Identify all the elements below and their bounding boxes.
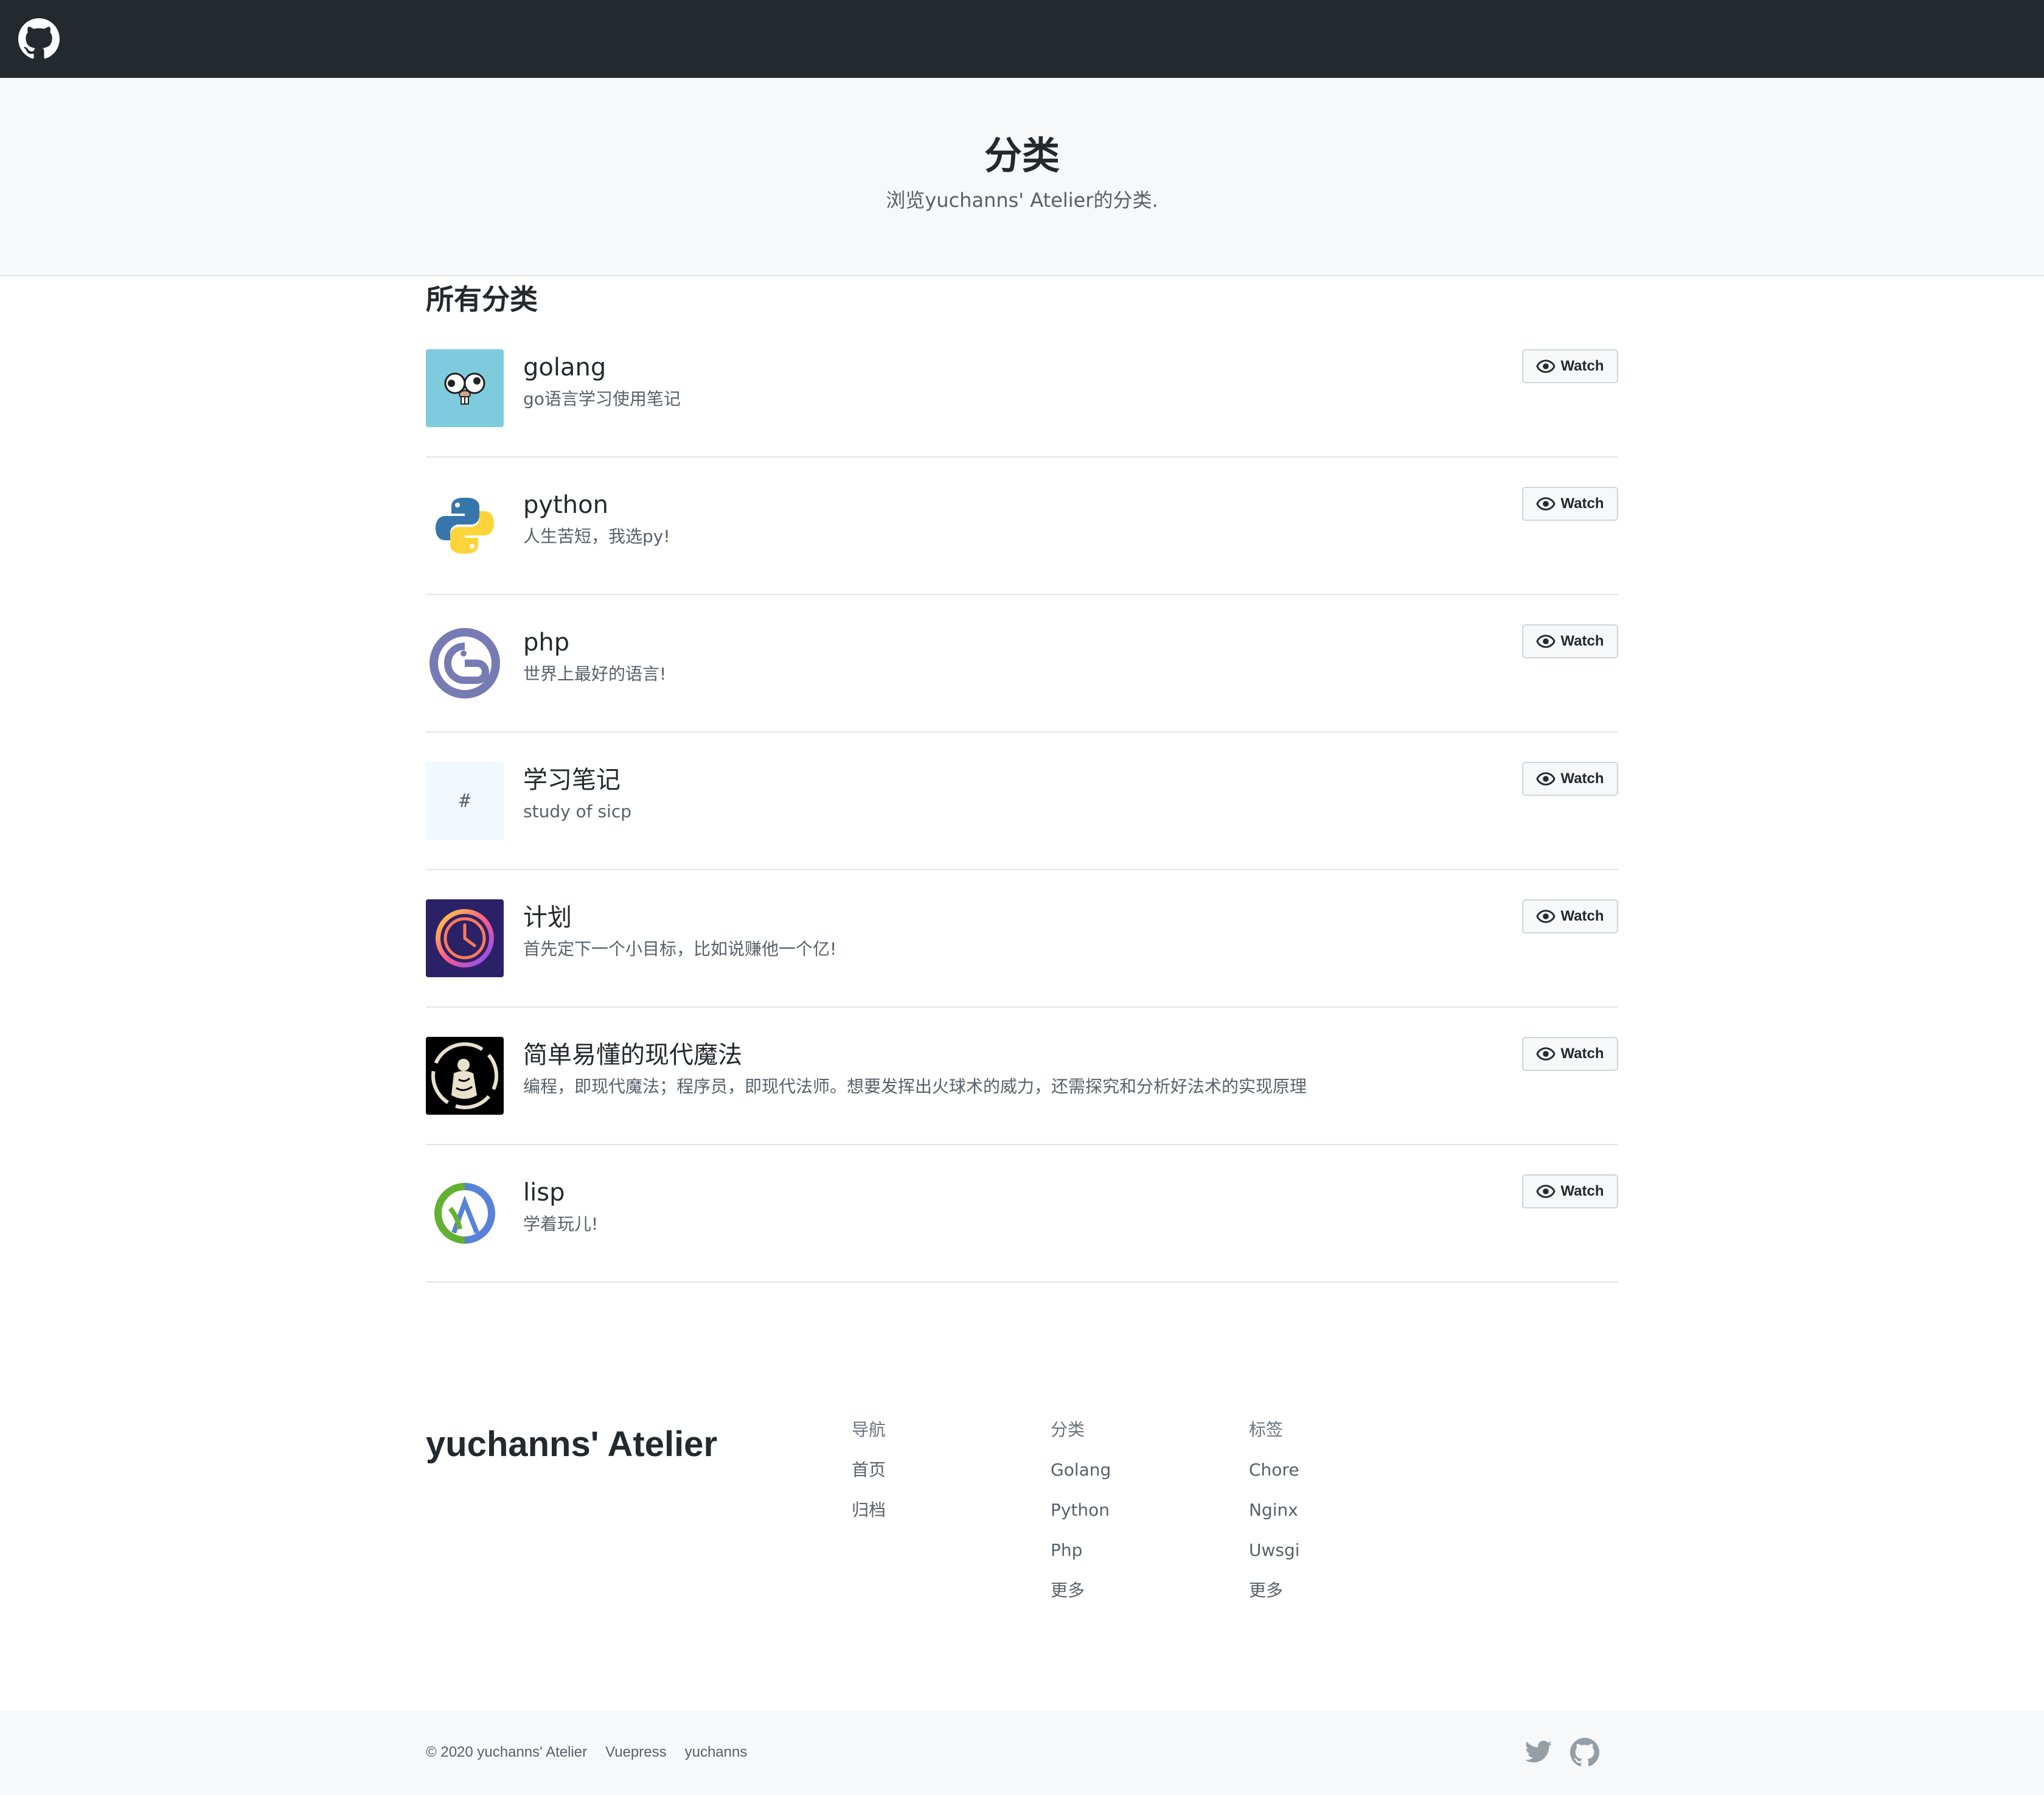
twitter-icon[interactable] xyxy=(1524,1738,1553,1767)
footer-link-php[interactable]: Php xyxy=(1051,1538,1111,1563)
footer-link-python[interactable]: Python xyxy=(1051,1498,1111,1522)
category-desc: 编程，即现代魔法；程序员，即现代法师。想要发挥出火球术的威力，还需探究和分析好法… xyxy=(523,1076,1307,1096)
category-item: python 人生苦短，我选py! Watch xyxy=(426,458,1618,595)
category-desc: go语言学习使用笔记 xyxy=(523,389,681,409)
bottom-bar: © 2020 yuchanns' Atelier Vuepress yuchan… xyxy=(0,1711,2044,1795)
eye-icon xyxy=(1536,1047,1556,1061)
github-icon[interactable] xyxy=(18,18,60,60)
watch-button[interactable]: Watch xyxy=(1522,1037,1618,1071)
top-navbar xyxy=(0,0,2044,78)
watch-button[interactable]: Watch xyxy=(1522,899,1618,933)
footer-link-more-categories[interactable]: 更多 xyxy=(1051,1578,1111,1603)
eye-icon xyxy=(1536,1185,1556,1198)
eye-icon xyxy=(1536,360,1556,373)
eye-icon xyxy=(1536,635,1556,648)
footer-link-more-tags[interactable]: 更多 xyxy=(1249,1578,1300,1603)
category-name[interactable]: 学习笔记 xyxy=(523,762,620,798)
watch-button[interactable]: Watch xyxy=(1522,762,1618,796)
page-header: 分类 浏览yuchanns' Atelier的分类. xyxy=(0,78,2044,276)
footer-link-nginx[interactable]: Nginx xyxy=(1249,1498,1300,1522)
category-desc: 世界上最好的语言! xyxy=(523,664,667,684)
gopher-logo[interactable] xyxy=(426,349,504,427)
category-item: 计划 首先定下一个小目标，比如说赚他一个亿! Watch xyxy=(426,870,1618,1008)
page-title: 分类 xyxy=(984,133,1060,178)
footer-nav-heading: 导航 xyxy=(852,1420,886,1440)
category-desc: 首先定下一个小目标，比如说赚他一个亿! xyxy=(523,939,837,959)
clock-logo[interactable] xyxy=(426,899,504,977)
hash-icon[interactable]: # xyxy=(426,762,504,840)
watch-button[interactable]: Watch xyxy=(1522,1174,1618,1208)
category-desc: 学着玩儿! xyxy=(523,1214,599,1234)
vuepress-link[interactable]: Vuepress xyxy=(605,1740,667,1765)
footer-nav-column: 导航 首页 归档 xyxy=(852,1418,886,1538)
copyright: © 2020 yuchanns' Atelier xyxy=(426,1744,588,1760)
clojure-logo[interactable] xyxy=(426,1174,504,1252)
category-name[interactable]: python xyxy=(523,487,608,523)
php-logo[interactable] xyxy=(426,624,504,702)
github-icon[interactable] xyxy=(1570,1738,1599,1767)
footer-tags-column: 标签 Chore Nginx Uwsgi 更多 xyxy=(1249,1418,1300,1619)
watch-label: Watch xyxy=(1560,1045,1604,1062)
magic-logo[interactable] xyxy=(426,1037,504,1115)
footer-tags-heading: 标签 xyxy=(1249,1420,1284,1440)
eye-icon xyxy=(1536,497,1556,511)
category-item: php 世界上最好的语言! Watch xyxy=(426,595,1618,733)
watch-label: Watch xyxy=(1560,908,1604,924)
author-link[interactable]: yuchanns xyxy=(685,1740,748,1765)
footer-categories-heading: 分类 xyxy=(1051,1420,1085,1440)
category-item: golang go语言学习使用笔记 Watch xyxy=(426,349,1618,458)
footer-link-golang[interactable]: Golang xyxy=(1051,1458,1111,1482)
category-name[interactable]: golang xyxy=(523,349,606,386)
category-item: # 学习笔记 study of sicp Watch xyxy=(426,733,1618,870)
watch-button[interactable]: Watch xyxy=(1522,487,1618,521)
watch-label: Watch xyxy=(1560,358,1604,374)
eye-icon xyxy=(1536,910,1556,923)
footer-link-archive[interactable]: 归档 xyxy=(852,1498,886,1522)
watch-button[interactable]: Watch xyxy=(1522,624,1618,658)
page-subtitle: 浏览yuchanns' Atelier的分类. xyxy=(886,189,1158,212)
category-name[interactable]: 计划 xyxy=(523,899,572,936)
footer-brand: yuchanns' Atelier xyxy=(426,1424,718,1464)
category-name[interactable]: 简单易懂的现代魔法 xyxy=(523,1037,742,1073)
watch-button[interactable]: Watch xyxy=(1522,349,1618,383)
category-name[interactable]: lisp xyxy=(523,1174,565,1211)
category-item: 简单易懂的现代魔法 编程，即现代魔法；程序员，即现代法师。想要发挥出火球术的威力… xyxy=(426,1008,1618,1145)
category-desc: study of sicp xyxy=(523,801,631,821)
footer-link-home[interactable]: 首页 xyxy=(852,1458,886,1482)
eye-icon xyxy=(1536,772,1556,786)
watch-label: Watch xyxy=(1560,633,1604,649)
category-name[interactable]: php xyxy=(523,624,569,661)
hash-glyph: # xyxy=(459,790,471,812)
watch-label: Watch xyxy=(1560,495,1604,512)
footer-categories-column: 分类 Golang Python Php 更多 xyxy=(1051,1418,1111,1619)
category-item: lisp 学着玩儿! Watch xyxy=(426,1145,1618,1283)
section-title: 所有分类 xyxy=(426,283,538,316)
python-logo[interactable] xyxy=(426,487,504,565)
footer-link-uwsgi[interactable]: Uwsgi xyxy=(1249,1538,1300,1563)
watch-label: Watch xyxy=(1560,770,1604,787)
footer-link-chore[interactable]: Chore xyxy=(1249,1458,1300,1482)
watch-label: Watch xyxy=(1560,1183,1604,1199)
category-list: golang go语言学习使用笔记 Watch python 人生苦短，我选py… xyxy=(426,349,1618,1283)
category-desc: 人生苦短，我选py! xyxy=(523,526,670,546)
